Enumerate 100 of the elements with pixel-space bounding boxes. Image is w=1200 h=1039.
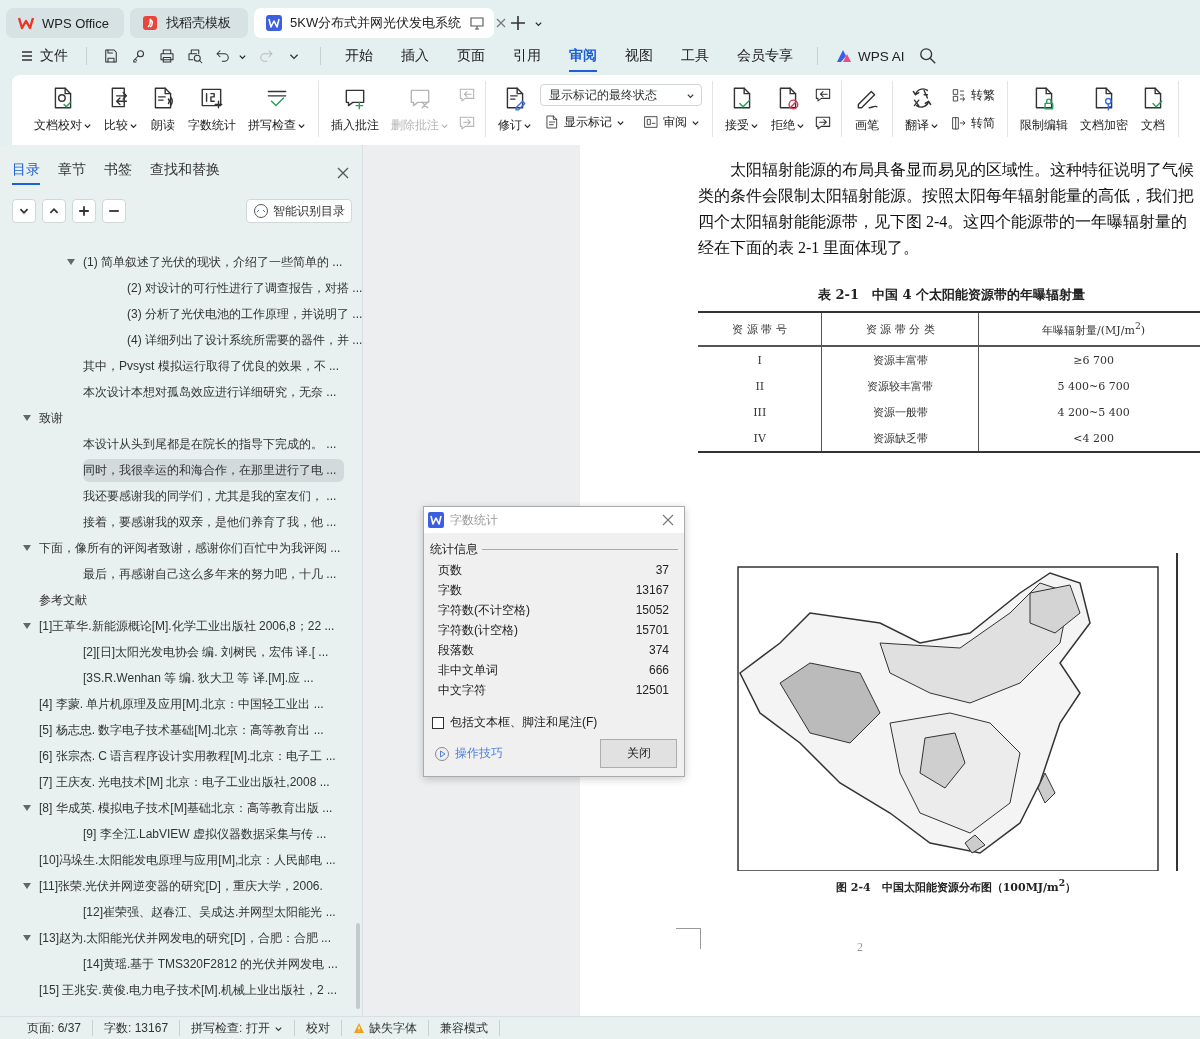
table-caption: 表 2-1 中国 4 个太阳能资源带的年曝辐射量 [818,286,1087,304]
ribbon-button[interactable]: 画笔 [850,81,884,138]
paragraph-line: 太阳辐射能源的布局具备显而易见的区域性。这种特征说明了气候 [729,160,1195,180]
table-cell: 5 400~6 700 [978,373,1200,399]
table-cell: ≥6 700 [978,346,1200,373]
close-button[interactable]: 关闭 [600,739,677,768]
sidebar-tab[interactable]: 目录 [12,161,40,185]
ribbon-button[interactable]: 文档校对 [30,81,96,138]
ribbon-tab[interactable]: 插入 [401,40,429,72]
toc-item[interactable]: 我还要感谢我的同学们，尤其是我的室友们， ... [83,484,345,508]
status-dropdown[interactable]: 拼写检查: 打开 [180,1020,295,1036]
toc-item[interactable]: [2][日]太阳光发电协会 编. 刘树民，宏伟 译.[ ... [83,640,337,664]
paragraph-line: 四个太阳辐射能能源带，见下图 2-4。这四个能源带的一年曝辐射量的 [698,212,1189,232]
ribbon-button[interactable]: 比较 [100,81,142,138]
ribbon-tab[interactable]: 视图 [625,40,653,72]
stat-label: 非中文单词 [438,661,498,679]
ribbon-tab[interactable]: 开始 [345,40,373,72]
ribbon-button[interactable]: 显示标记 [540,112,629,132]
checkbox-label: 包括文本框、脚注和尾注(F) [450,714,598,731]
ribbon-tab[interactable]: 会员专享 [737,40,793,72]
sidebar-tab[interactable]: 查找和替换 [150,161,220,185]
ribbon-button[interactable]: 审阅 [639,112,704,132]
toc-item[interactable]: 本次设计本想对孤岛效应进行详细研究，无奈 ... [83,380,345,404]
toc-item[interactable]: 下面，像所有的评阅者致谢，感谢你们百忙中为我评阅 ... [39,536,349,560]
ribbon-button[interactable]: 朗读 [146,81,180,138]
ribbon-button[interactable]: 翻译 [901,81,943,138]
toc-item[interactable]: [3S.R.Wenhan 等 编. 狄大卫 等 译.[M].应 ... [83,666,322,690]
toc-item[interactable]: 同时，我很幸运的和海合作，在那里进行了电 ... [83,458,345,482]
ribbon-button[interactable]: 拼写检查 [244,81,310,138]
toc-item[interactable]: [13]赵为.太阳能光伏并网发电的研究[D]，合肥：合肥 ... [39,926,340,950]
table-cell: IV [698,425,822,452]
toc-item[interactable]: 致谢 [39,406,71,430]
stat-label: 字符数(计空格) [438,621,518,639]
toc-item[interactable]: 参考文献 [39,588,95,612]
toc-item[interactable]: (3) 分析了光伏电池的工作原理，并说明了 ... [127,302,371,326]
window-tab[interactable]: 找稻壳模板 [130,8,248,38]
ribbon-button[interactable]: 拒绝 [767,81,809,138]
stat-value: 12501 [635,683,669,697]
toc-item[interactable]: [1]王革华.新能源概论[M].化学工业出版社 2006,8；22 ... [39,614,343,638]
toc-item[interactable]: 最后，再感谢自己这么多年来的努力吧，十几 ... [83,562,345,586]
table-cell: III [698,399,822,425]
markup-select[interactable]: 显示标记的最终状态 [540,84,702,106]
ribbon-button[interactable]: 文档加密 [1076,81,1132,138]
stat-label: 字数 [438,581,462,599]
toc-item[interactable]: [4] 李蒙. 单片机原理及应用[M].北京：中国轻工业出 ... [39,692,332,716]
ribbon-button[interactable]: 转简 [947,113,999,133]
toc-item[interactable]: (1) 简单叙述了光伏的现状，介绍了一些简单的 ... [83,250,351,274]
table-cell: II [698,373,822,399]
toc-item[interactable]: (2) 对设计的可行性进行了调查报告，对搭 ... [127,276,371,300]
section-heading: 统计信息 [430,541,478,558]
file-menu[interactable]: 文件 [14,43,74,69]
column-header: 资 源 带 号 [698,312,822,346]
ribbon-button[interactable]: 修订 [494,81,536,138]
sidebar-tab[interactable]: 章节 [58,161,86,185]
toc-item[interactable]: [15] 王兆安.黄俊.电力电子技术[M].机械上业出版社，2 ... [39,978,346,1002]
toc-item[interactable]: [5] 杨志忠. 数字电子技术基础[M].北京：高等教育出 ... [39,718,332,742]
ai-button[interactable]: WPS AI [830,44,911,68]
toc-item[interactable]: 接着，要感谢我的双亲，是他们养育了我，他 ... [83,510,345,534]
toc-item[interactable]: [11]张荣.光伏并网逆变器的研究[D]，重庆大学，2006. [39,874,331,898]
stat-label: 段落数 [438,641,474,659]
ribbon-button[interactable]: 接受 [721,81,763,138]
toc-item[interactable]: [8] 华成英. 模拟电子技术[M]基础北京：高等教育出版 ... [39,796,341,820]
status-item[interactable]: 兼容模式 [428,1020,500,1036]
toc-item[interactable]: 其中，Pvsyst 模拟运行取得了优良的效果，不 ... [83,354,347,378]
figure-caption: 图 2-4 中国太阳能资源分布图（100MJ/m$^{2}$） [836,877,1078,895]
ribbon-button[interactable]: 文档 [1136,81,1170,138]
toc-item[interactable]: [6] 张宗杰. C 语言程序设计实用教程[M].北京：电子工 ... [39,744,344,768]
toc-item[interactable]: [14]黄瑶.基于 TMS320F2812 的光伏并网发电 ... [83,952,346,976]
status-item[interactable]: 校对 [294,1020,342,1036]
ribbon-button[interactable]: 转繁 [947,85,999,105]
paragraph-line: 类的条件会限制太阳辐射能源。按照太阳每年辐射能量的高低，我们把 [698,186,1195,206]
column-header: 资 源 带 分 类 [822,312,979,346]
toc-item[interactable]: [12]崔荣强、赵春江、吴成达.并网型太阳能光 ... [83,900,344,924]
toc-item[interactable]: 本设计从头到尾都是在院长的指导下完成的。 ... [83,432,345,456]
status-item[interactable]: 字数: 13167 [93,1020,181,1036]
stat-value: 15052 [635,603,669,617]
toc-item[interactable]: [9] 李全江.LabVIEW 虚拟仪器数据采集与传 ... [83,822,335,846]
ribbon-button[interactable]: 字数统计 [184,81,240,138]
status-item[interactable]: 缺失字体 [341,1020,429,1036]
table-cell: 资源一般带 [822,399,979,425]
smart-toc-button[interactable]: 智能识别目录 [246,199,352,223]
status-item[interactable]: 页面: 6/37 [16,1020,94,1036]
window-tab[interactable]: WPS Office [6,8,124,38]
sidebar-tab[interactable]: 书签 [104,161,132,185]
ribbon-tab[interactable]: 页面 [457,40,485,72]
ribbon-button[interactable]: 插入批注 [327,81,383,138]
ribbon-button[interactable]: 限制编辑 [1016,81,1072,138]
toc-item[interactable]: [10]冯垛生.太阳能发电原理与应用[M],北京：人民邮电 ... [39,848,344,872]
ribbon-tab[interactable]: 引用 [513,40,541,72]
ribbon-tab[interactable]: 工具 [681,40,709,72]
stat-label: 中文字符 [438,681,486,699]
ribbon-tab[interactable]: 审阅 [569,40,597,72]
stat-label: 页数 [438,561,462,579]
tips-link[interactable]: 操作技巧 [434,745,503,762]
table-cell: I [698,346,822,373]
toc-item[interactable]: [7] 王庆友. 光电技术[M] 北京：电子工业出版社,2008 ... [39,770,338,794]
table-cell: 资源丰富带 [822,346,979,373]
table-cell: 资源较丰富带 [822,373,979,399]
table-cell: 4 200~5 400 [978,399,1200,425]
toc-item[interactable]: (4) 详细列出了设计系统所需要的器件，并 ... [127,328,371,352]
